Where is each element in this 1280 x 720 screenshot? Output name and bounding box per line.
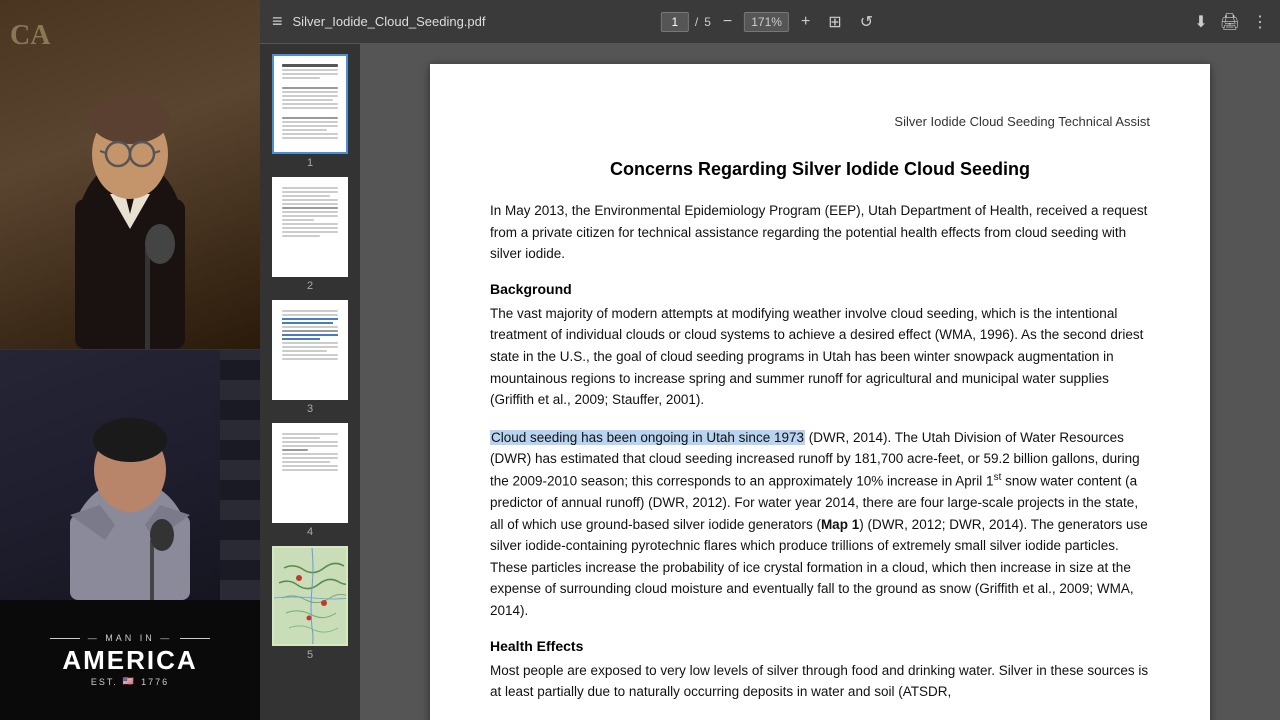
background-paragraph-1: The vast majority of modern attempts at …	[490, 303, 1150, 411]
page-separator: /	[695, 15, 698, 29]
thumb-content-3	[274, 302, 346, 368]
logo-lines: — MAN IN —	[50, 633, 211, 643]
print-icon[interactable]: 🖨	[1220, 12, 1240, 32]
zoom-level: 171%	[744, 12, 789, 32]
left-panel: CA	[0, 0, 260, 720]
thumbnail-img-4	[272, 423, 348, 523]
thumbnail-4[interactable]: 4	[270, 423, 350, 538]
thumbnail-num-2: 2	[307, 280, 313, 292]
video-feed-1: CA	[0, 0, 260, 350]
logo-line-right	[180, 638, 210, 639]
pdf-header-right: Silver Iodide Cloud Seeding Technical As…	[490, 114, 1150, 129]
fit-page-button[interactable]: ⊞	[822, 10, 847, 34]
thumbnail-img-2	[272, 177, 348, 277]
intro-paragraph: In May 2013, the Environmental Epidemiol…	[490, 200, 1150, 265]
logo-america-text: AMERICA	[62, 645, 197, 676]
more-options-icon[interactable]: ⋮	[1252, 12, 1268, 32]
highlighted-text: Cloud seeding has been ongoing in Utah s…	[490, 430, 805, 445]
background-heading: Background	[490, 281, 1150, 297]
thumbnail-img-1	[272, 54, 348, 154]
pdf-viewer: ≡ Silver_Iodide_Cloud_Seeding.pdf / 5 − …	[260, 0, 1280, 720]
map-reference: Map 1	[821, 517, 859, 532]
thumbnails-panel: 1	[260, 44, 360, 720]
page-number-input[interactable]	[661, 12, 689, 32]
thumbnail-1[interactable]: 1	[270, 54, 350, 169]
toolbar-right: ⬇ 🖨 ⋮	[1194, 12, 1268, 32]
menu-icon[interactable]: ≡	[272, 11, 283, 32]
pdf-document-title: Concerns Regarding Silver Iodide Cloud S…	[490, 159, 1150, 180]
thumbnail-num-4: 4	[307, 526, 313, 538]
thumbnail-5[interactable]: 5	[270, 546, 350, 661]
thumb-content-4	[274, 425, 346, 479]
health-paragraph: Most people are exposed to very low leve…	[490, 660, 1150, 703]
video-feed-2	[0, 350, 260, 600]
health-heading: Health Effects	[490, 638, 1150, 654]
background-paragraph-2: Cloud seeding has been ongoing in Utah s…	[490, 427, 1150, 622]
zoom-in-button[interactable]: +	[795, 11, 816, 33]
thumbnail-num-1: 1	[307, 157, 313, 169]
history-button[interactable]: ↺	[854, 10, 879, 34]
thumb-content-2	[274, 179, 346, 245]
thumbnail-num-5: 5	[307, 649, 313, 661]
pdf-main-page[interactable]: Silver Iodide Cloud Seeding Technical As…	[360, 44, 1280, 720]
logo-area: — MAN IN — AMERICA EST. 🇺🇸 1776	[0, 600, 260, 720]
toolbar-center-controls: / 5 − 171% + ⊞ ↺	[661, 10, 879, 34]
total-pages: 5	[704, 15, 711, 29]
pdf-page-content: Silver Iodide Cloud Seeding Technical As…	[430, 64, 1210, 720]
person-silhouette-1	[0, 0, 260, 349]
pdf-toolbar: ≡ Silver_Iodide_Cloud_Seeding.pdf / 5 − …	[260, 0, 1280, 44]
zoom-out-button[interactable]: −	[717, 11, 738, 33]
thumbnail-num-3: 3	[307, 403, 313, 415]
download-icon[interactable]: ⬇	[1194, 12, 1207, 32]
thumbnail-3[interactable]: 3	[270, 300, 350, 415]
thumb-content-1	[274, 56, 346, 147]
person-silhouette-2	[0, 350, 260, 600]
map-thumbnail-svg	[274, 548, 348, 646]
logo-line-left	[50, 638, 80, 639]
thumbnail-2[interactable]: 2	[270, 177, 350, 292]
pdf-content: 1	[260, 44, 1280, 720]
thumbnail-img-3	[272, 300, 348, 400]
logo-man-text: — MAN IN —	[88, 633, 173, 643]
thumbnail-img-5	[272, 546, 348, 646]
logo-est-text: EST. 🇺🇸 1776	[91, 676, 169, 687]
toolbar-wrapper: ≡ Silver_Iodide_Cloud_Seeding.pdf / 5 − …	[272, 11, 1268, 32]
